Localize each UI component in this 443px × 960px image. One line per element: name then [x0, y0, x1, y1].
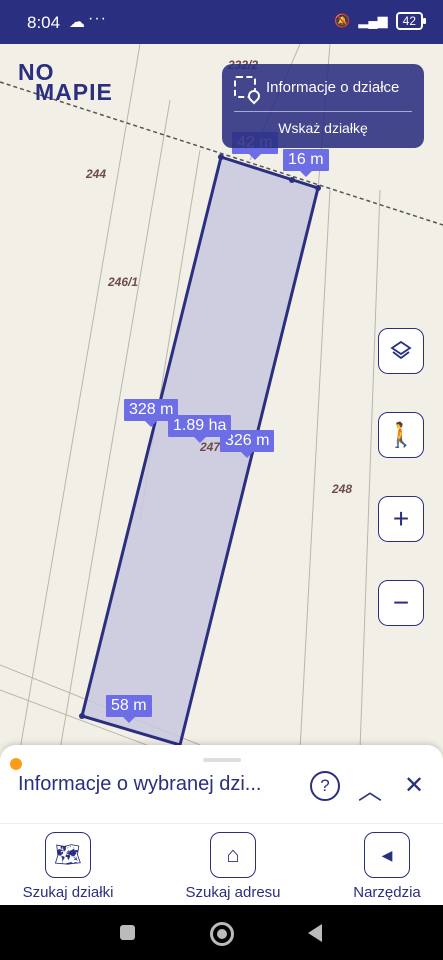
plus-icon: + [392, 503, 410, 534]
back-button[interactable] [308, 924, 322, 942]
zoom-out-button[interactable]: − [378, 580, 424, 626]
battery-icon: 42 [395, 12, 427, 30]
measure-top-right: 16 m [283, 149, 329, 177]
plot-label-248: 248 [332, 482, 353, 496]
divider [234, 111, 412, 112]
nav-tools[interactable]: ◀ Narzędzia [332, 832, 442, 901]
nav-search-parcel-label: Szukaj działki [22, 884, 114, 901]
home-button[interactable] [210, 922, 234, 946]
system-nav-bar [0, 905, 443, 960]
status-icons: 🔕 ▂▄▆ 42 [334, 12, 427, 30]
point-parcel-button[interactable]: Wskaż działkę [222, 120, 424, 136]
measure-bottom: 58 m [106, 695, 152, 723]
measure-area: 1.89 ha [168, 415, 232, 443]
map-view[interactable]: 244 246/1 247 248 232/2 42 m 16 m 328 m … [0, 44, 443, 750]
walk-mode-button[interactable]: 🚶 [378, 412, 424, 458]
more-notifications-icon: ··· [88, 10, 107, 27]
plot-label-246-1: 246/1 [108, 275, 139, 289]
status-time: 8:04 [27, 13, 61, 32]
app-logo: NO MAPIE [18, 61, 113, 105]
mute-icon: 🔕 [334, 13, 351, 28]
parcel-info-sheet[interactable]: Informacje o wybranej dzi... ? ︿ ✕ [0, 745, 443, 823]
zoom-in-button[interactable]: + [378, 496, 424, 542]
bottom-nav: 🗺 Szukaj działki ⌂ Szukaj adresu ◀ Narzę… [0, 823, 443, 906]
parcel-info-panel[interactable]: Informacje o działce Wskaż działkę [222, 64, 424, 148]
walking-person-icon: 🚶 [386, 421, 416, 449]
cloud-icon: ☁ [69, 14, 85, 31]
nav-search-address[interactable]: ⌂ Szukaj adresu [178, 832, 288, 901]
status-bar: 8:04 ☁ ··· 🔕 ▂▄▆ 42 [0, 0, 443, 44]
help-icon[interactable]: ? [310, 771, 340, 801]
minus-icon: − [392, 587, 410, 618]
logo-line2: MAPIE [35, 79, 113, 105]
parcel-info-button[interactable]: Informacje o działce [234, 76, 399, 98]
parcel-info-label: Informacje o działce [266, 78, 400, 96]
map-canvas [0, 44, 443, 750]
layers-button[interactable] [378, 328, 424, 374]
close-icon[interactable]: ✕ [404, 771, 424, 800]
nav-search-address-label: Szukaj adresu [185, 884, 281, 901]
nav-tools-label: Narzędzia [353, 884, 421, 901]
sheet-grab-handle[interactable] [203, 758, 241, 762]
home-search-icon: ⌂ [210, 832, 256, 878]
chevron-left-icon: ◀ [364, 832, 410, 878]
plot-label-244: 244 [86, 167, 107, 181]
nav-search-parcel[interactable]: 🗺 Szukaj działki [13, 832, 123, 901]
status-dot [10, 758, 22, 770]
layers-icon [390, 340, 412, 360]
recent-apps-button[interactable] [120, 925, 135, 940]
map-search-icon: 🗺 [45, 832, 91, 878]
signal-icon: ▂▄▆ [358, 13, 388, 28]
select-area-icon [234, 76, 256, 98]
sheet-title: Informacje o wybranej dzi... [18, 773, 262, 795]
chevron-up-icon[interactable]: ︿ [358, 771, 382, 806]
